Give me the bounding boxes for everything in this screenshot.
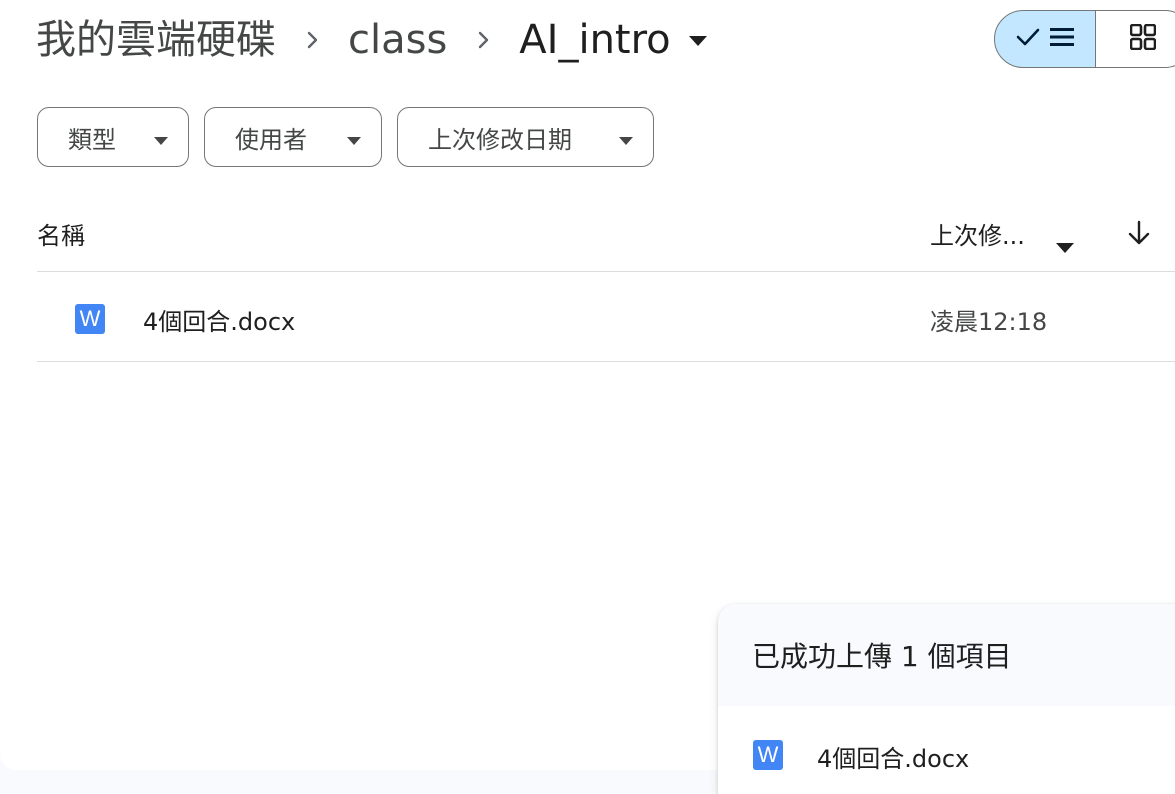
- column-header-modified[interactable]: 上次修...: [930, 216, 1074, 253]
- breadcrumb: 我的雲端硬碟 class AI_intro: [36, 10, 707, 70]
- grid-view-button[interactable]: [1096, 10, 1175, 68]
- grid-icon: [1129, 23, 1157, 54]
- file-modified-date: 凌晨12:18: [930, 308, 1048, 336]
- file-name: 4個回合.docx: [143, 308, 296, 336]
- check-icon: [1015, 26, 1041, 52]
- filter-people-label: 使用者: [235, 125, 307, 154]
- upload-status-panel: 已成功上傳 1 個項目 W 4個回合.docx: [718, 604, 1175, 794]
- breadcrumb-ai-intro: AI_intro: [519, 17, 671, 63]
- breadcrumb-class[interactable]: class: [348, 10, 447, 70]
- column-header-name[interactable]: 名稱: [37, 216, 85, 251]
- row-divider: [37, 361, 1175, 362]
- arrow-drop-down-icon: [619, 123, 633, 151]
- arrow-drop-down-icon: [154, 123, 168, 151]
- arrow-drop-down-icon: [347, 123, 361, 151]
- arrow-drop-down-icon: [1056, 231, 1074, 259]
- word-doc-icon: W: [753, 740, 783, 770]
- file-row[interactable]: W 4個回合.docx 凌晨12:18: [37, 272, 1175, 361]
- breadcrumb-current-folder-menu[interactable]: AI_intro: [519, 10, 707, 70]
- upload-item-name: 4個回合.docx: [817, 745, 970, 773]
- filter-type-chip[interactable]: 類型: [37, 107, 189, 167]
- arrow-downward-icon[interactable]: [1126, 220, 1152, 250]
- upload-panel-title: 已成功上傳 1 個項目: [752, 640, 1012, 673]
- view-toggle: [994, 10, 1175, 68]
- list-view-button[interactable]: [994, 10, 1096, 68]
- arrow-drop-down-icon: [688, 31, 707, 50]
- word-doc-icon: W: [75, 304, 105, 334]
- chevron-right-icon: [276, 10, 348, 70]
- breadcrumb-my-drive[interactable]: 我的雲端硬碟: [36, 10, 276, 70]
- upload-panel-header: 已成功上傳 1 個項目: [718, 604, 1175, 706]
- filter-modified-label: 上次修改日期: [428, 125, 572, 154]
- list-icon: [1049, 26, 1075, 52]
- chevron-right-icon: [447, 10, 519, 70]
- filter-type-label: 類型: [68, 125, 116, 154]
- filter-people-chip[interactable]: 使用者: [204, 107, 382, 167]
- column-header-modified-label: 上次修...: [930, 222, 1025, 250]
- filter-modified-chip[interactable]: 上次修改日期: [397, 107, 654, 167]
